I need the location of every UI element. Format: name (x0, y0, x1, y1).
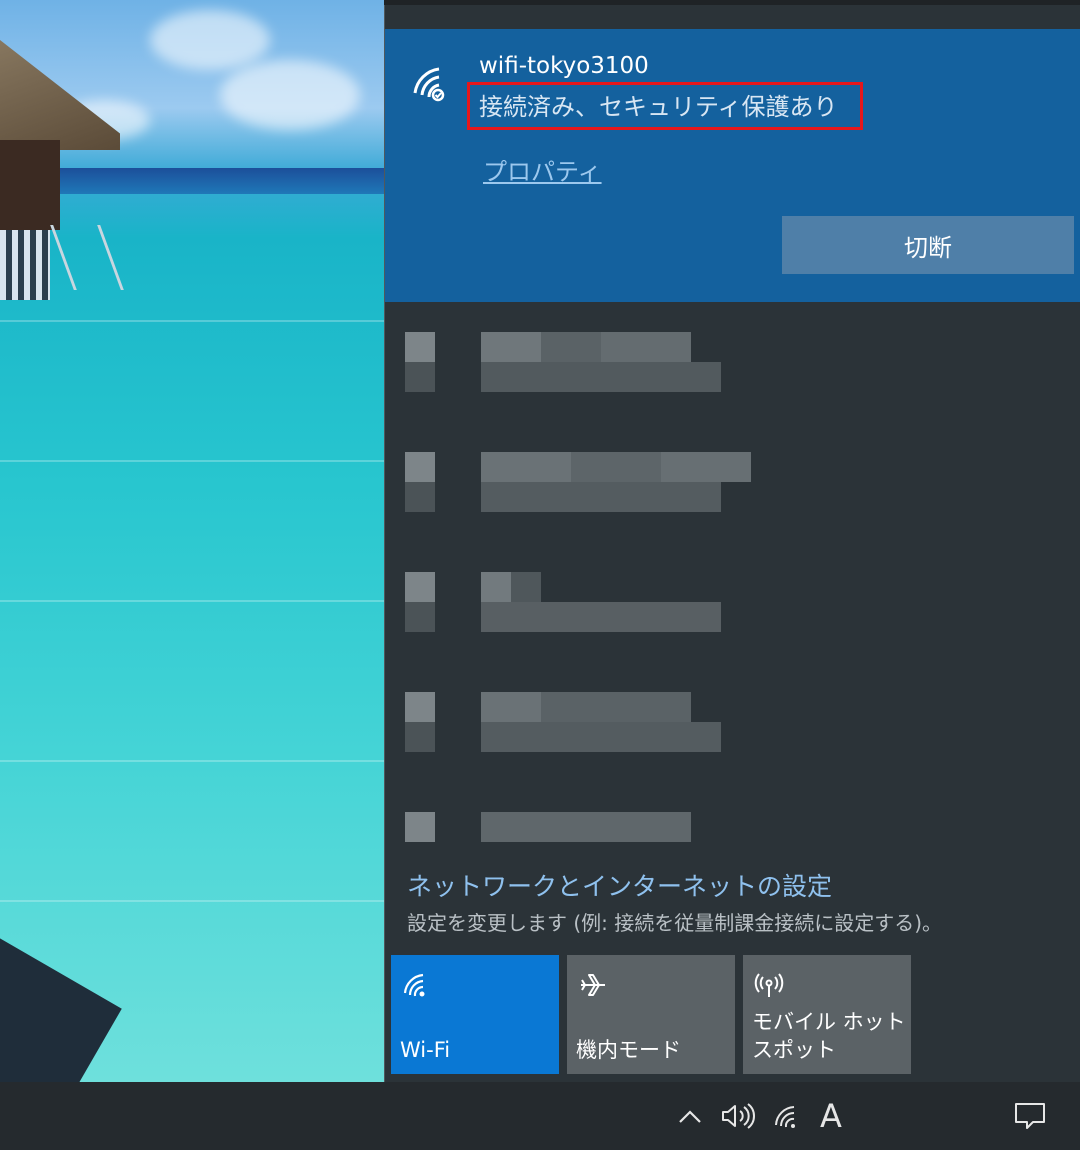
network-tray-button[interactable] (770, 1098, 806, 1134)
network-ssid: wifi-tokyo3100 (479, 53, 649, 79)
wifi-toggle-tile[interactable]: Wi-Fi (391, 955, 559, 1074)
connection-status: 接続済み、セキュリティ保護あり (479, 93, 838, 121)
hotspot-icon (754, 973, 784, 997)
wifi-tile-label: Wi-Fi (400, 1038, 451, 1062)
redacted-network-item[interactable] (405, 332, 765, 392)
connected-network-panel[interactable]: wifi-tokyo3100 接続済み、セキュリティ保護あり プロパティ 切断 (385, 29, 1080, 302)
wifi-signal-icon (413, 67, 445, 102)
redacted-network-item[interactable] (405, 692, 765, 752)
network-flyout: wifi-tokyo3100 接続済み、セキュリティ保護あり プロパティ 切断 (384, 5, 1080, 1082)
wifi-icon (775, 1106, 795, 1128)
action-center-button[interactable] (1010, 1098, 1050, 1134)
wifi-icon (403, 973, 425, 997)
mobile-hotspot-tile[interactable]: モバイル ホットスポット (743, 955, 911, 1074)
volume-button[interactable] (716, 1098, 758, 1134)
disconnect-button[interactable]: 切断 (782, 216, 1074, 274)
available-networks-list (385, 302, 1080, 862)
action-center-icon (1015, 1103, 1045, 1129)
properties-link[interactable]: プロパティ (483, 152, 602, 187)
airplane-mode-tile[interactable]: 機内モード (567, 955, 735, 1074)
chevron-up-icon (679, 1110, 701, 1123)
taskbar: A (0, 1082, 1080, 1150)
redacted-network-item[interactable] (405, 812, 765, 872)
redacted-network-item[interactable] (405, 452, 765, 512)
hotspot-tile-label: モバイル ホットスポット (752, 1010, 906, 1062)
redacted-network-item[interactable] (405, 572, 765, 632)
airplane-icon (581, 974, 605, 996)
airplane-tile-label: 機内モード (576, 1038, 681, 1062)
network-settings-description: 設定を変更します (例: 接続を従量制課金接続に設定する)。 (407, 911, 943, 935)
show-hidden-icons-button[interactable] (674, 1098, 706, 1134)
desktop-wallpaper (0, 0, 384, 1082)
network-settings-link[interactable]: ネットワークとインターネットの設定 (407, 867, 832, 903)
ime-indicator[interactable]: A (814, 1097, 848, 1135)
speaker-icon (722, 1103, 755, 1129)
